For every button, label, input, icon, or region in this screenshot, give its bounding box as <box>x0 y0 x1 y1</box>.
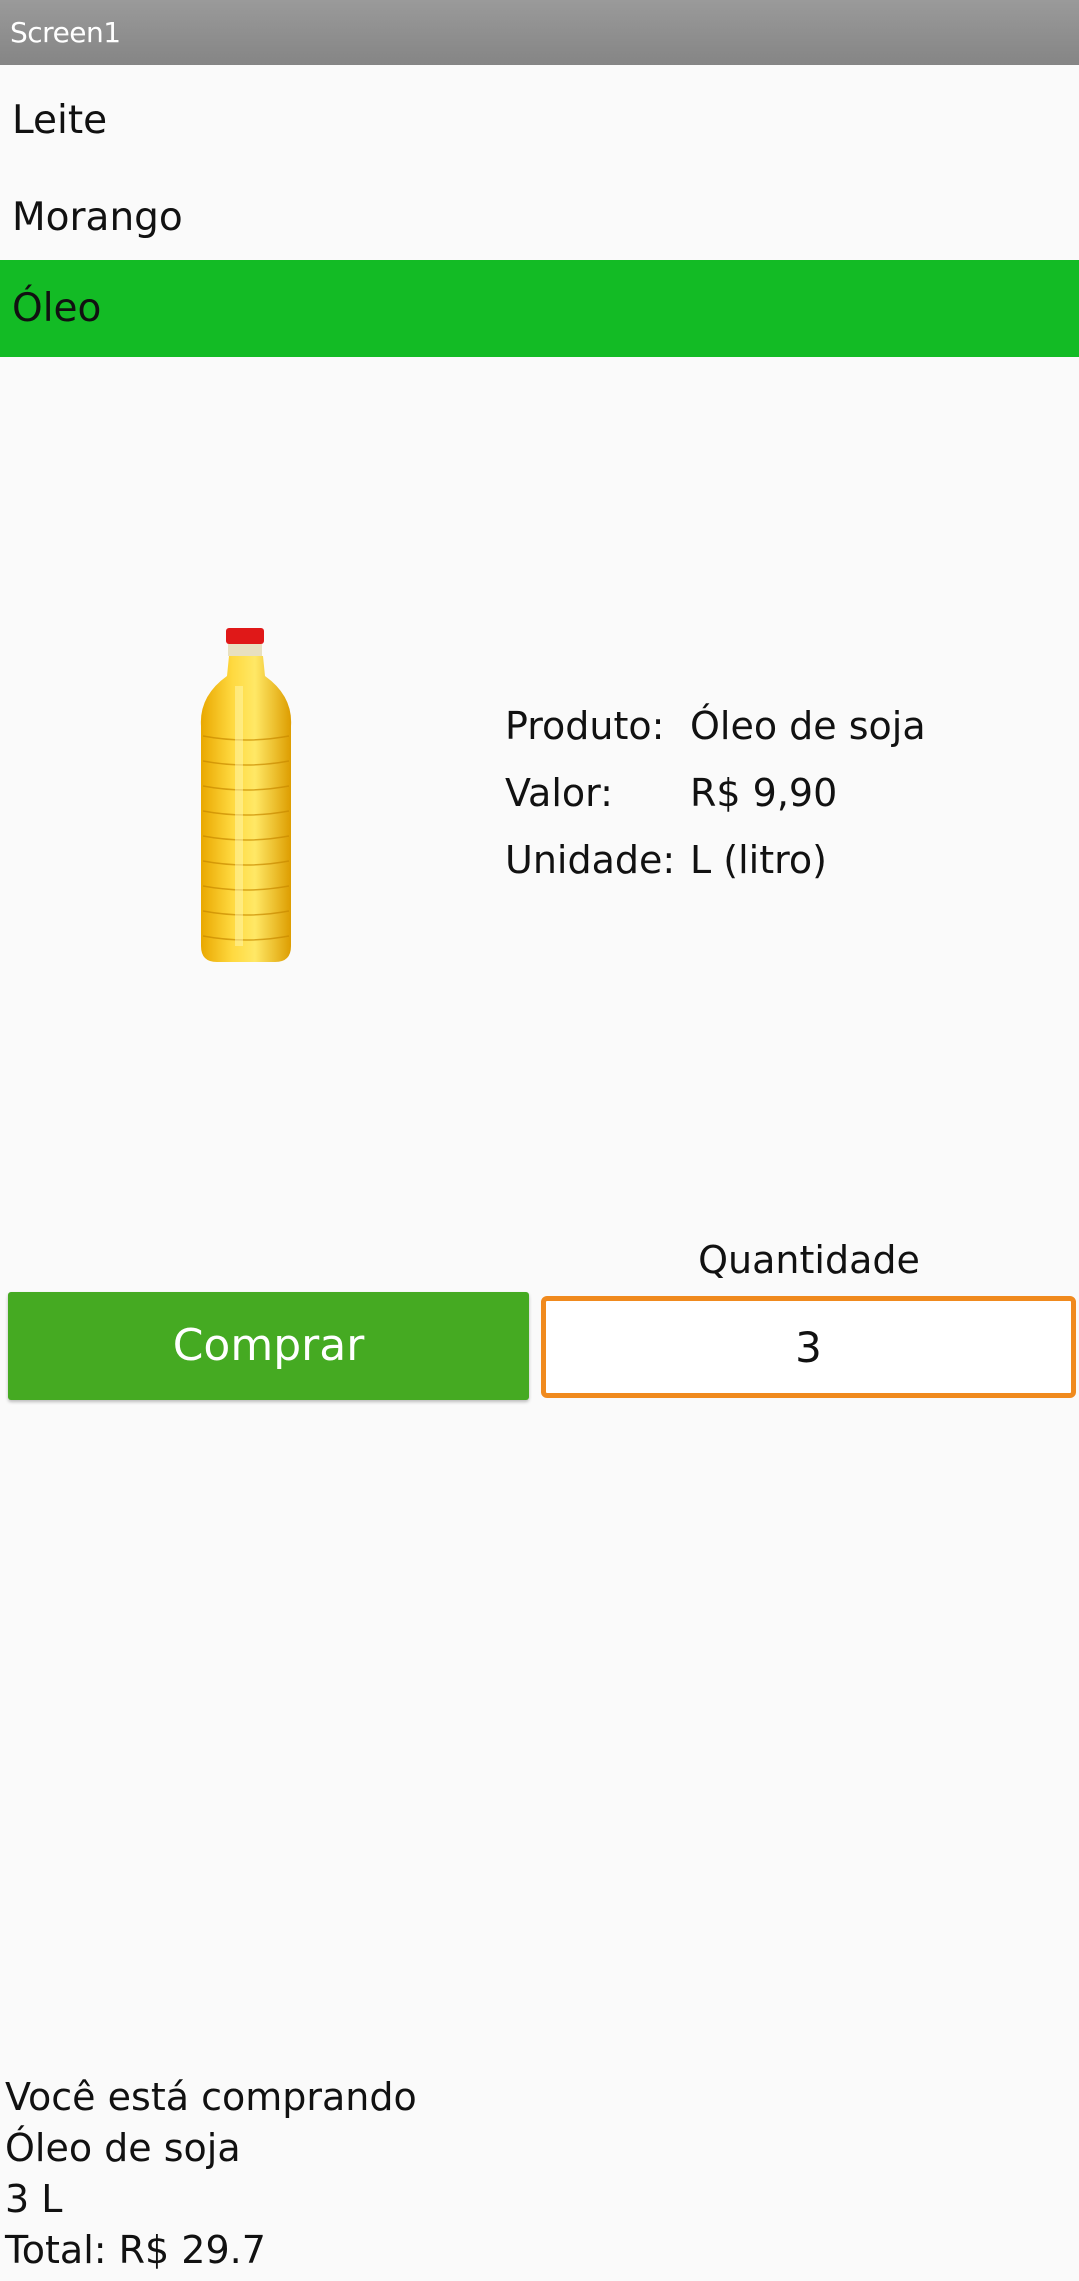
buy-button[interactable]: Comprar <box>8 1292 529 1400</box>
unidade-label: Unidade: <box>505 838 676 882</box>
list-item-morango[interactable]: Morango <box>0 169 1079 266</box>
summary-line-quantity: 3 L <box>5 2177 63 2221</box>
summary-line-product: Óleo de soja <box>5 2126 241 2170</box>
summary-line-total: Total: R$ 29.7 <box>5 2228 266 2272</box>
summary-line-intro: Você está comprando <box>5 2075 417 2119</box>
app-title: Screen1 <box>10 16 121 49</box>
list-item-label: Óleo <box>12 286 102 331</box>
list-item-label: Leite <box>12 98 108 143</box>
quantity-label: Quantidade <box>698 1238 920 1282</box>
valor-value: R$ 9,90 <box>690 771 838 815</box>
valor-label: Valor: <box>505 771 613 815</box>
app-title-bar: Screen1 <box>0 0 1079 65</box>
oil-bottle-icon <box>200 628 292 962</box>
list-item-label: Morango <box>12 195 183 240</box>
purchase-summary: Você está comprando Óleo de soja 3 L Tot… <box>5 2072 417 2276</box>
unidade-value: L (litro) <box>690 838 827 882</box>
list-item-oleo[interactable]: Óleo <box>0 260 1079 357</box>
produto-label: Produto: <box>505 704 665 748</box>
quantity-input[interactable] <box>541 1296 1076 1398</box>
list-item-leite[interactable]: Leite <box>0 72 1079 169</box>
produto-value: Óleo de soja <box>690 704 926 748</box>
